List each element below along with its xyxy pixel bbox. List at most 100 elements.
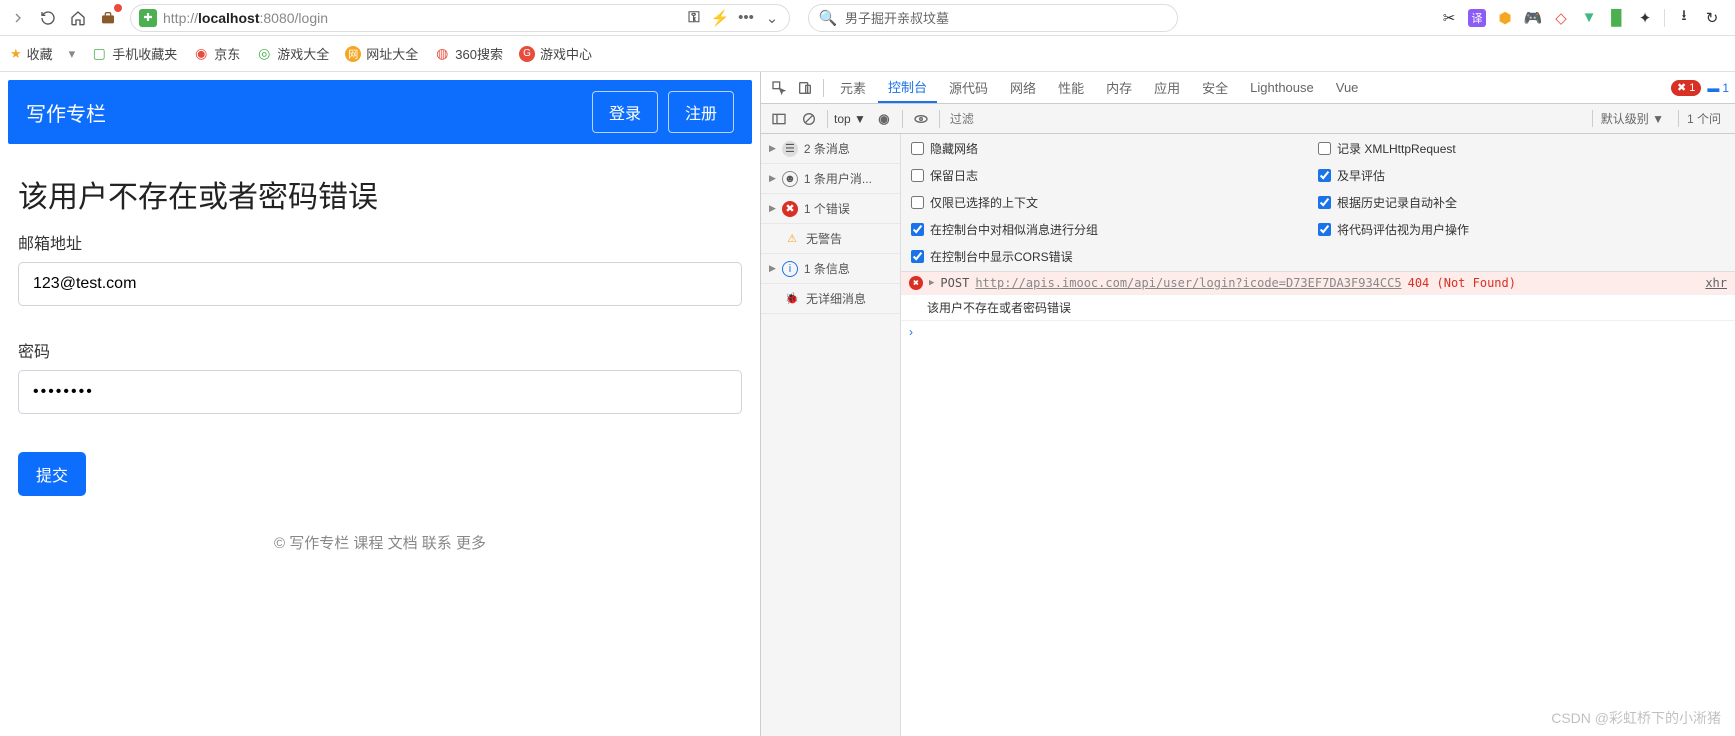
sidebar-verbose[interactable]: 🐞无详细消息 xyxy=(761,284,900,314)
url-path: :8080/login xyxy=(260,10,329,26)
request-url[interactable]: http://apis.imooc.com/api/user/login?ico… xyxy=(975,276,1401,290)
clear-console-icon[interactable] xyxy=(797,107,821,131)
sidebar-errors[interactable]: ▶✖1 个错误 xyxy=(761,194,900,224)
tab-console[interactable]: 控制台 xyxy=(878,72,937,103)
tab-memory[interactable]: 内存 xyxy=(1096,72,1142,103)
chk-group-similar[interactable]: 在控制台中对相似消息进行分组 xyxy=(911,221,1318,238)
app-brand[interactable]: 写作专栏 xyxy=(26,98,106,127)
browser-search[interactable]: 🔍 男子掘开亲叔坟墓 xyxy=(808,4,1178,32)
bookmark-favorites[interactable]: ★收藏 xyxy=(10,44,53,63)
sidebar-messages[interactable]: ▶☰2 条消息 xyxy=(761,134,900,164)
divider xyxy=(902,110,903,128)
source-link[interactable]: xhr xyxy=(1705,276,1727,290)
tab-application[interactable]: 应用 xyxy=(1144,72,1190,103)
chevron-icon: ▶ xyxy=(769,203,776,214)
tab-sources[interactable]: 源代码 xyxy=(939,72,998,103)
bookmark-gamecenter[interactable]: G 游戏中心 xyxy=(519,44,592,63)
bookmark-sites[interactable]: 网网址大全 xyxy=(345,44,418,63)
email-input[interactable] xyxy=(18,262,742,306)
console-log-row[interactable]: 该用户不存在或者密码错误 xyxy=(901,295,1735,321)
square-icon[interactable]: ◇ xyxy=(1552,9,1570,27)
console-sidebar: ▶☰2 条消息 ▶☻1 条用户消... ▶✖1 个错误 ⚠无警告 ▶i1 条信息… xyxy=(761,134,901,736)
console-prompt[interactable]: › xyxy=(901,321,1735,343)
bookmark-360[interactable]: ◍360搜索 xyxy=(434,44,503,63)
download-icon[interactable]: ⭳ xyxy=(1675,9,1693,27)
eye-icon[interactable] xyxy=(909,107,933,131)
bookmark-dropdown[interactable]: ▾ xyxy=(69,46,76,62)
address-bar-actions: ⚿ ⚡ ••• ⌄ xyxy=(685,9,781,27)
register-button[interactable]: 注册 xyxy=(668,91,734,133)
sidebar-label: 1 条用户消... xyxy=(804,170,872,187)
submit-button[interactable]: 提交 xyxy=(18,452,86,496)
games-icon: ◎ xyxy=(256,46,272,62)
chk-hide-network[interactable]: 隐藏网络 xyxy=(911,140,1318,157)
bookmark-label: 游戏中心 xyxy=(540,44,592,63)
tab-lighthouse[interactable]: Lighthouse xyxy=(1240,72,1324,103)
password-input[interactable] xyxy=(18,370,742,414)
sidebar-info[interactable]: ▶i1 条信息 xyxy=(761,254,900,284)
context-select[interactable]: top ▼ xyxy=(834,112,866,126)
bookmark-label: 收藏 xyxy=(27,44,53,63)
chevron-icon: ▶ xyxy=(769,143,776,154)
chevron-icon: ▶ xyxy=(769,263,776,274)
tab-performance[interactable]: 性能 xyxy=(1048,72,1094,103)
translate-icon[interactable]: 译 xyxy=(1468,9,1486,27)
home-button[interactable] xyxy=(66,6,90,30)
issues-link[interactable]: 1 个问 xyxy=(1678,110,1729,127)
gamecenter-icon: G xyxy=(519,46,535,62)
level-label: 默认级别 ▼ xyxy=(1601,110,1664,127)
chk-preserve-log[interactable]: 保留日志 xyxy=(911,167,1318,184)
level-select[interactable]: 默认级别 ▼ xyxy=(1592,110,1672,127)
expand-icon[interactable]: ⌄ xyxy=(763,9,781,27)
bookmark-jd[interactable]: ◉京东 xyxy=(193,44,240,63)
page-viewport: 写作专栏 登录 注册 该用户不存在或者密码错误 邮箱地址 密码 提交 © 写作专… xyxy=(0,72,760,736)
key-icon[interactable]: ⚿ xyxy=(685,9,703,27)
sidebar-user[interactable]: ▶☻1 条用户消... xyxy=(761,164,900,194)
toggle-sidebar-icon[interactable] xyxy=(767,107,791,131)
messages-icon: ☰ xyxy=(782,141,798,157)
tab-vue[interactable]: Vue xyxy=(1326,72,1369,103)
console-settings: 隐藏网络 保留日志 仅限已选择的上下文 在控制台中对相似消息进行分组 在控制台中… xyxy=(901,134,1735,272)
chk-log-xhr[interactable]: 记录 XMLHttpRequest xyxy=(1318,140,1725,157)
tab-security[interactable]: 安全 xyxy=(1192,72,1238,103)
forward-button[interactable] xyxy=(6,6,30,30)
briefcase-button[interactable] xyxy=(96,6,120,30)
chk-eager[interactable]: 及早评估 xyxy=(1318,167,1725,184)
issues-badge[interactable]: ▬ 1 xyxy=(1707,81,1729,95)
more-icon[interactable]: ••• xyxy=(737,9,755,27)
search-icon: 🔍 xyxy=(819,9,837,27)
inspect-icon[interactable] xyxy=(767,76,791,100)
filter-input[interactable] xyxy=(946,112,1586,126)
login-button[interactable]: 登录 xyxy=(592,91,658,133)
shield-ext-icon[interactable]: ⬢ xyxy=(1496,9,1514,27)
console-error-row[interactable]: ✖ ▶ POST http://apis.imooc.com/api/user/… xyxy=(901,272,1735,295)
error-badge[interactable]: ✖ 1 xyxy=(1671,80,1701,96)
chk-user-gesture[interactable]: 将代码评估视为用户操作 xyxy=(1318,221,1725,238)
sidebar-warnings[interactable]: ⚠无警告 xyxy=(761,224,900,254)
bookmark-mobile[interactable]: ▢手机收藏夹 xyxy=(91,44,177,63)
sites-icon: 网 xyxy=(345,46,361,62)
vue-icon[interactable]: ▼ xyxy=(1580,9,1598,27)
book-icon[interactable]: ▉ xyxy=(1608,9,1626,27)
chk-autocomplete[interactable]: 根据历史记录自动补全 xyxy=(1318,194,1725,211)
reload-button[interactable] xyxy=(36,6,60,30)
chk-label: 根据历史记录自动补全 xyxy=(1337,194,1457,211)
info-icon: i xyxy=(782,261,798,277)
extensions-icon[interactable]: ✦ xyxy=(1636,9,1654,27)
chk-show-cors[interactable]: 在控制台中显示CORS错误 xyxy=(911,248,1318,265)
create-context-icon[interactable]: ◉ xyxy=(872,107,896,131)
devtools: 元素 控制台 源代码 网络 性能 内存 应用 安全 Lighthouse Vue… xyxy=(760,72,1735,736)
scissors-icon[interactable]: ✂ xyxy=(1440,9,1458,27)
watermark: CSDN @彩虹桥下的小淅猪 xyxy=(1551,708,1721,728)
game-icon[interactable]: 🎮 xyxy=(1524,9,1542,27)
page-footer: © 写作专栏 课程 文档 联系 更多 xyxy=(18,532,742,553)
tab-network[interactable]: 网络 xyxy=(1000,72,1046,103)
chk-label: 记录 XMLHttpRequest xyxy=(1337,140,1456,157)
device-icon[interactable] xyxy=(793,76,817,100)
chk-selected-ctx[interactable]: 仅限已选择的上下文 xyxy=(911,194,1318,211)
flash-icon[interactable]: ⚡ xyxy=(711,9,729,27)
tab-elements[interactable]: 元素 xyxy=(830,72,876,103)
address-bar[interactable]: ✚ http://localhost:8080/login ⚿ ⚡ ••• ⌄ xyxy=(130,4,790,32)
bookmark-games[interactable]: ◎游戏大全 xyxy=(256,44,329,63)
refresh-icon[interactable]: ↻ xyxy=(1703,9,1721,27)
